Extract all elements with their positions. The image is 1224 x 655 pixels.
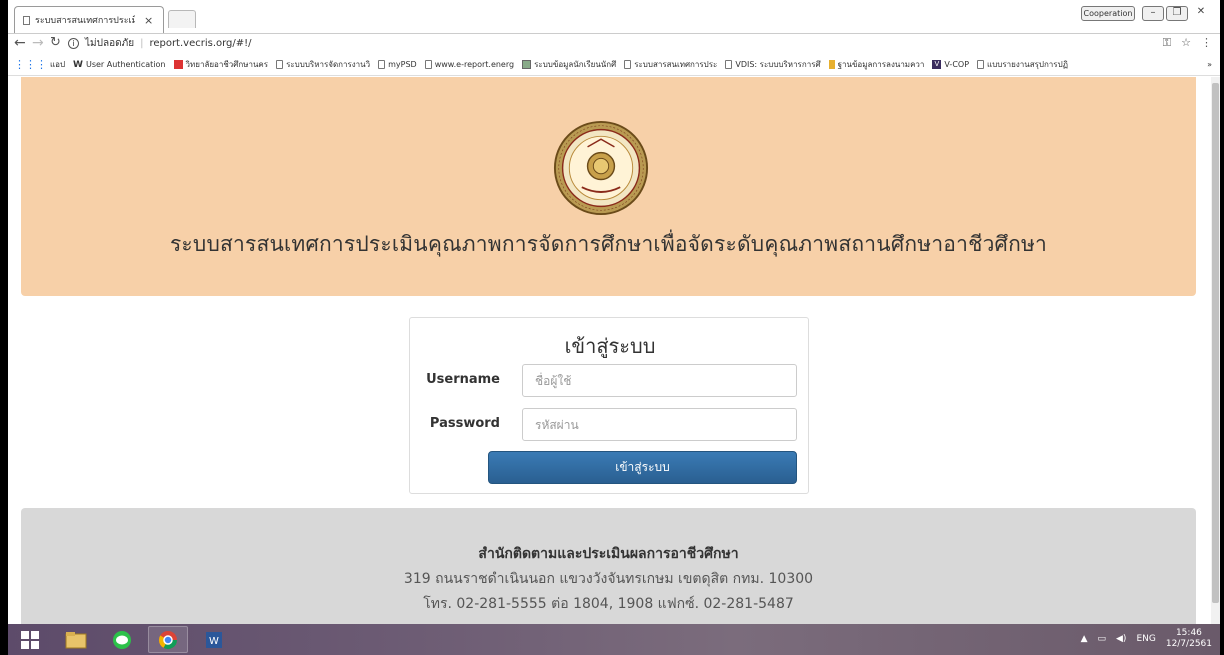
bookmark-item[interactable]: วิทยาลัยอาชีวศึกษานคร [173, 58, 269, 71]
bookmark-label: User Authentication [85, 60, 166, 69]
bookmark-label: www.e-report.energ [434, 60, 515, 69]
clock-time: 15:46 [1175, 628, 1202, 638]
tab-strip: ระบบสารสนเทศการประเมินคุณ × Cooperation … [8, 0, 1220, 33]
browser-window: ระบบสารสนเทศการประเมินคุณ × Cooperation … [8, 0, 1220, 655]
footer-org-name: สำนักติดตามและประเมินผลการอาชีวศึกษา [478, 546, 739, 562]
bookmark-label: วิทยาลัยอาชีวศึกษานคร [185, 60, 269, 69]
v-icon: V [932, 60, 942, 69]
page-icon [378, 60, 386, 69]
page-icon [725, 60, 733, 69]
reload-icon[interactable]: ↻ [50, 35, 61, 51]
window-user-badge[interactable]: Cooperation [1081, 6, 1135, 21]
bookmark-item[interactable]: ระบบสารสนเทศการประ [624, 58, 717, 71]
bookmarks-more-button[interactable]: » [1207, 60, 1220, 69]
address-toolbar: ← → ↻ i ไม่ปลอดภัย | report.vecris.org/#… [8, 33, 1220, 53]
url-text[interactable]: report.vecris.org/#!/ [149, 38, 251, 49]
security-label: ไม่ปลอดภัย [85, 38, 135, 49]
bookmark-item[interactable]: www.e-report.energ [424, 60, 515, 69]
file-explorer-icon[interactable] [56, 626, 96, 653]
page-title: ระบบสารสนเทศการประเมินคุณภาพการจัดการศึก… [169, 232, 1048, 256]
w-icon: W [73, 59, 83, 70]
footer: สำนักติดตามและประเมินผลการอาชีวศึกษา 319… [21, 508, 1196, 624]
word-icon[interactable]: W [194, 626, 234, 653]
vocational-education-seal-logo [553, 120, 649, 216]
svg-text:W: W [209, 636, 219, 647]
network-icon[interactable]: ▭ [1097, 634, 1106, 644]
page-icon [624, 60, 632, 69]
page-icon [977, 60, 985, 69]
bookmark-label: V-COP [944, 60, 970, 69]
login-card: เข้าสู่ระบบ Username Password เข้าสู่ระบ… [409, 317, 809, 494]
apps-icon: ⋮⋮⋮ [14, 58, 47, 71]
scrollbar-thumb[interactable] [1212, 83, 1219, 603]
clock[interactable]: 15:46 12/7/2561 [1166, 628, 1212, 650]
bookmark-item[interactable]: ระบบบริหารจัดการงานวิ [276, 58, 370, 71]
bookmark-item[interactable]: VDIS: ระบบบริหารการศึ [725, 58, 821, 71]
minimize-button[interactable]: – [1142, 6, 1164, 21]
page-icon [424, 60, 432, 69]
bookmark-label: ระบบบริหารจัดการงานวิ [286, 60, 371, 69]
bookmark-item[interactable]: แบบรายงานสรุปการปฏิ [977, 58, 1068, 71]
chrome-icon[interactable] [148, 626, 188, 653]
volume-icon[interactable]: ◀) [1116, 634, 1126, 644]
info-icon[interactable]: i [68, 38, 79, 49]
bookmark-label: ระบบสารสนเทศการประ [634, 60, 718, 69]
footer-phone: โทร. 02-281-5555 ต่อ 1804, 1908 แฟกซ์. 0… [423, 596, 794, 612]
back-arrow-icon[interactable]: ← [14, 35, 26, 51]
new-tab-button[interactable] [168, 10, 196, 28]
bookmark-item[interactable]: myPSD [378, 60, 417, 69]
gold-icon [828, 60, 835, 69]
bookmark-item[interactable]: V V-COP [932, 60, 969, 69]
bookmark-label: แอป [50, 60, 66, 69]
bookmark-label: myPSD [388, 60, 417, 69]
browser-tab[interactable]: ระบบสารสนเทศการประเมินคุณ × [14, 6, 164, 33]
bookmark-item[interactable]: ฐานข้อมูลการลงนามควา [828, 58, 925, 71]
maximize-button[interactable]: ❐ [1166, 6, 1188, 21]
page-icon [276, 60, 284, 69]
tray-expand-icon[interactable]: ▲ [1081, 634, 1088, 644]
bookmarks-bar: ⋮⋮⋮ แอป W User Authentication วิทยาลัยอาชีวศ… [8, 54, 1220, 76]
password-label: Password [429, 416, 500, 431]
page-scrollbar[interactable] [1211, 77, 1220, 624]
clock-date: 12/7/2561 [1165, 639, 1212, 649]
address-bar[interactable]: i ไม่ปลอดภัย | report.vecris.org/#!/ [68, 35, 1178, 52]
header-banner: ระบบสารสนเทศการประเมินคุณภาพการจัดการศึก… [21, 77, 1196, 296]
bookmark-label: ระบบข้อมูลนักเรียนนักศึ [534, 60, 617, 69]
windows-taskbar: W ▲ ▭ ◀) ENG 15:46 12/7/2561 [8, 624, 1220, 655]
footer-address: 319 ถนนราชดำเนินนอก แขวงวังจันทรเกษม เขต… [403, 571, 814, 587]
red-icon [173, 60, 183, 69]
system-tray: ▲ ▭ ◀) ENG 15:46 12/7/2561 [1081, 628, 1212, 650]
login-button[interactable]: เข้าสู่ระบบ [488, 451, 797, 484]
star-icon[interactable]: ☆ [1181, 36, 1191, 50]
windows-start-icon[interactable] [10, 626, 50, 653]
forward-arrow-icon[interactable]: → [32, 35, 44, 51]
language-indicator[interactable]: ENG [1136, 634, 1155, 644]
close-window-button[interactable]: ✕ [1190, 6, 1212, 21]
bookmark-label: VDIS: ระบบบริหารการศึ [735, 60, 821, 69]
page-content: ระบบสารสนเทศการประเมินคุณภาพการจัดการศึก… [8, 77, 1211, 624]
bookmark-item[interactable]: W User Authentication [73, 60, 165, 70]
key-icon[interactable]: ⚿ [1163, 36, 1171, 50]
page-icon [23, 15, 30, 25]
username-label: Username [426, 372, 500, 387]
username-input[interactable] [522, 364, 797, 397]
menu-icon[interactable]: ⋮ [1201, 36, 1212, 50]
close-tab-icon[interactable]: × [144, 14, 153, 27]
line-icon[interactable] [102, 626, 142, 653]
login-title: เข้าสู่ระบบ [564, 334, 656, 358]
tab-title: ระบบสารสนเทศการประเมินคุณ [35, 16, 135, 26]
bookmark-label: แบบรายงานสรุปการปฏิ [987, 60, 1069, 69]
password-input[interactable] [522, 408, 797, 441]
bookmark-item[interactable]: ⋮⋮⋮ แอป [14, 58, 65, 71]
bookmark-item[interactable]: ระบบข้อมูลนักเรียนนักศึ [522, 58, 616, 71]
bookmark-label: ฐานข้อมูลการลงนามควา [837, 60, 925, 69]
image-icon [522, 60, 532, 69]
